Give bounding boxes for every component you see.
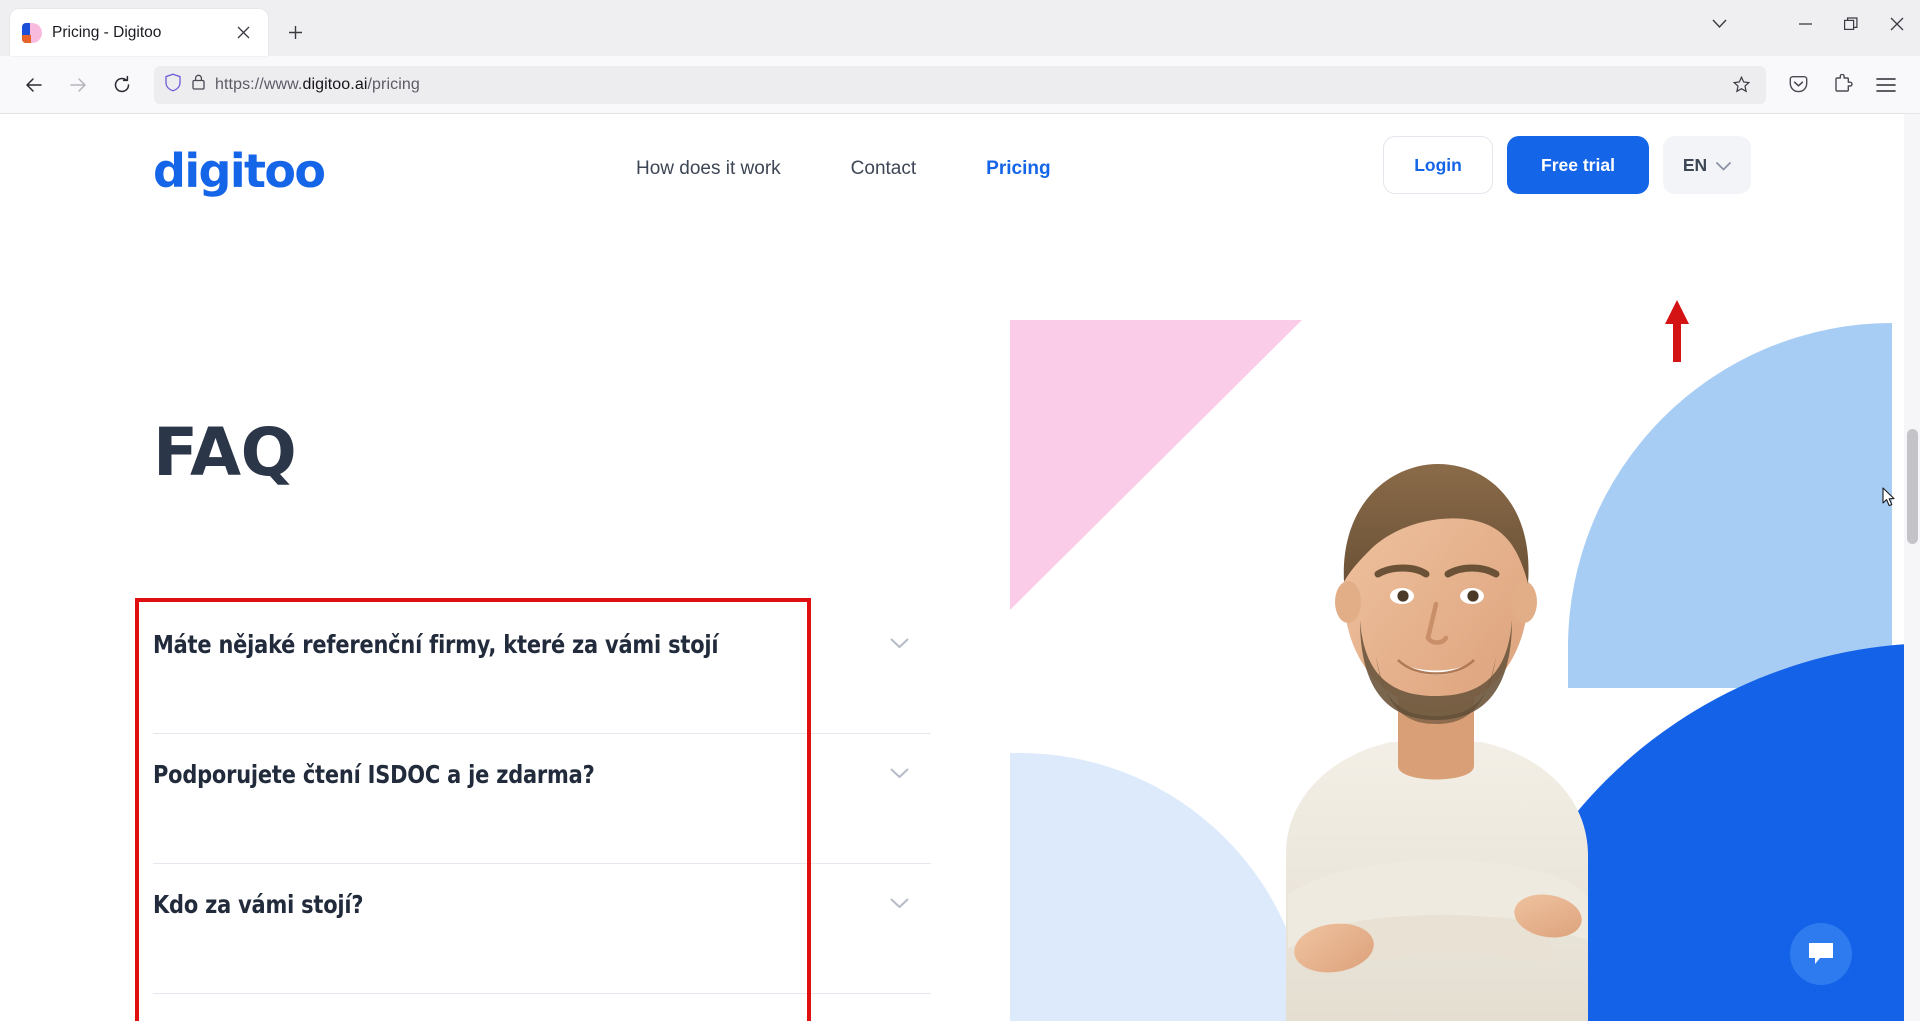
url-bar[interactable]: https://www.digitoo.ai/pricing [154, 65, 1766, 104]
pricing-page: digitoo How does it work Contact Pricing… [0, 114, 1904, 1021]
extensions-icon[interactable] [1822, 65, 1862, 105]
digitoo-favicon [22, 22, 42, 43]
lock-icon[interactable] [191, 73, 206, 96]
back-button[interactable] [14, 65, 54, 105]
hero-illustration [1010, 298, 1904, 1021]
chevron-down-icon [1716, 155, 1732, 176]
language-selector[interactable]: EN [1663, 136, 1751, 194]
browser-window: Pricing - Digitoo https://www.digitoo.ai… [0, 0, 1920, 1021]
faq-question: Máte nějaké referenční firmy, které za v… [153, 630, 719, 659]
browser-tab[interactable]: Pricing - Digitoo [10, 9, 268, 56]
hamburger-menu-icon[interactable] [1866, 65, 1906, 105]
faq-item[interactable]: Vyčítáte i zahraniční faktury? [153, 994, 931, 1021]
login-button[interactable]: Login [1383, 136, 1493, 194]
tab-list-chevron-icon[interactable] [1696, 0, 1742, 47]
reload-button[interactable] [102, 65, 142, 105]
language-label: EN [1682, 154, 1708, 175]
minimize-button[interactable] [1782, 0, 1828, 47]
forward-button[interactable] [58, 65, 98, 105]
page-title: FAQ [153, 414, 297, 491]
window-controls [1696, 0, 1920, 47]
scrollbar-thumb[interactable] [1907, 429, 1918, 544]
new-tab-button[interactable] [276, 13, 314, 51]
annotation-arrow-up [1663, 300, 1691, 362]
nav-item-how-does-it-work[interactable]: How does it work [636, 158, 781, 180]
digitoo-logo[interactable]: digitoo [153, 144, 326, 198]
tab-strip: Pricing - Digitoo [0, 0, 1920, 56]
toolbar-right-icons [1778, 65, 1906, 105]
close-tab-icon[interactable] [230, 20, 256, 46]
chevron-down-icon[interactable] [890, 896, 909, 914]
tab-title: Pricing - Digitoo [52, 23, 162, 41]
close-window-button[interactable] [1874, 0, 1920, 47]
chevron-down-icon[interactable] [890, 636, 909, 654]
url-text[interactable]: https://www.digitoo.ai/pricing [215, 76, 1717, 94]
free-trial-button[interactable]: Free trial [1507, 136, 1649, 194]
faq-question: Kdo za vámi stojí? [153, 890, 364, 919]
chat-bubble-icon[interactable] [1790, 923, 1852, 985]
page-scrollbar[interactable] [1904, 114, 1920, 1021]
faq-item[interactable]: Kdo za vámi stojí? [153, 864, 931, 994]
faq-item[interactable]: Podporujete čtení ISDOC a je zdarma? [153, 734, 931, 864]
faq-question: Podporujete čtení ISDOC a je zdarma? [153, 760, 595, 789]
mouse-cursor [1882, 487, 1896, 508]
pocket-icon[interactable] [1778, 65, 1818, 105]
bookmark-star-icon[interactable] [1726, 70, 1756, 100]
faq-item[interactable]: Máte nějaké referenční firmy, které za v… [153, 604, 931, 734]
page-viewport: digitoo How does it work Contact Pricing… [0, 114, 1920, 1021]
hero-photo-man [1286, 464, 1588, 1021]
header-actions: Login Free trial EN [1383, 136, 1751, 194]
maximize-button[interactable] [1828, 0, 1874, 47]
nav-item-pricing[interactable]: Pricing [986, 158, 1050, 180]
chevron-down-icon[interactable] [890, 766, 909, 784]
faq-list: Máte nějaké referenční firmy, které za v… [153, 604, 931, 1021]
site-header: digitoo How does it work Contact Pricing… [0, 114, 1904, 229]
shield-icon[interactable] [164, 73, 182, 97]
site-navigation: How does it work Contact Pricing [636, 158, 1051, 180]
browser-toolbar: https://www.digitoo.ai/pricing [0, 56, 1920, 114]
nav-item-contact[interactable]: Contact [851, 158, 916, 180]
